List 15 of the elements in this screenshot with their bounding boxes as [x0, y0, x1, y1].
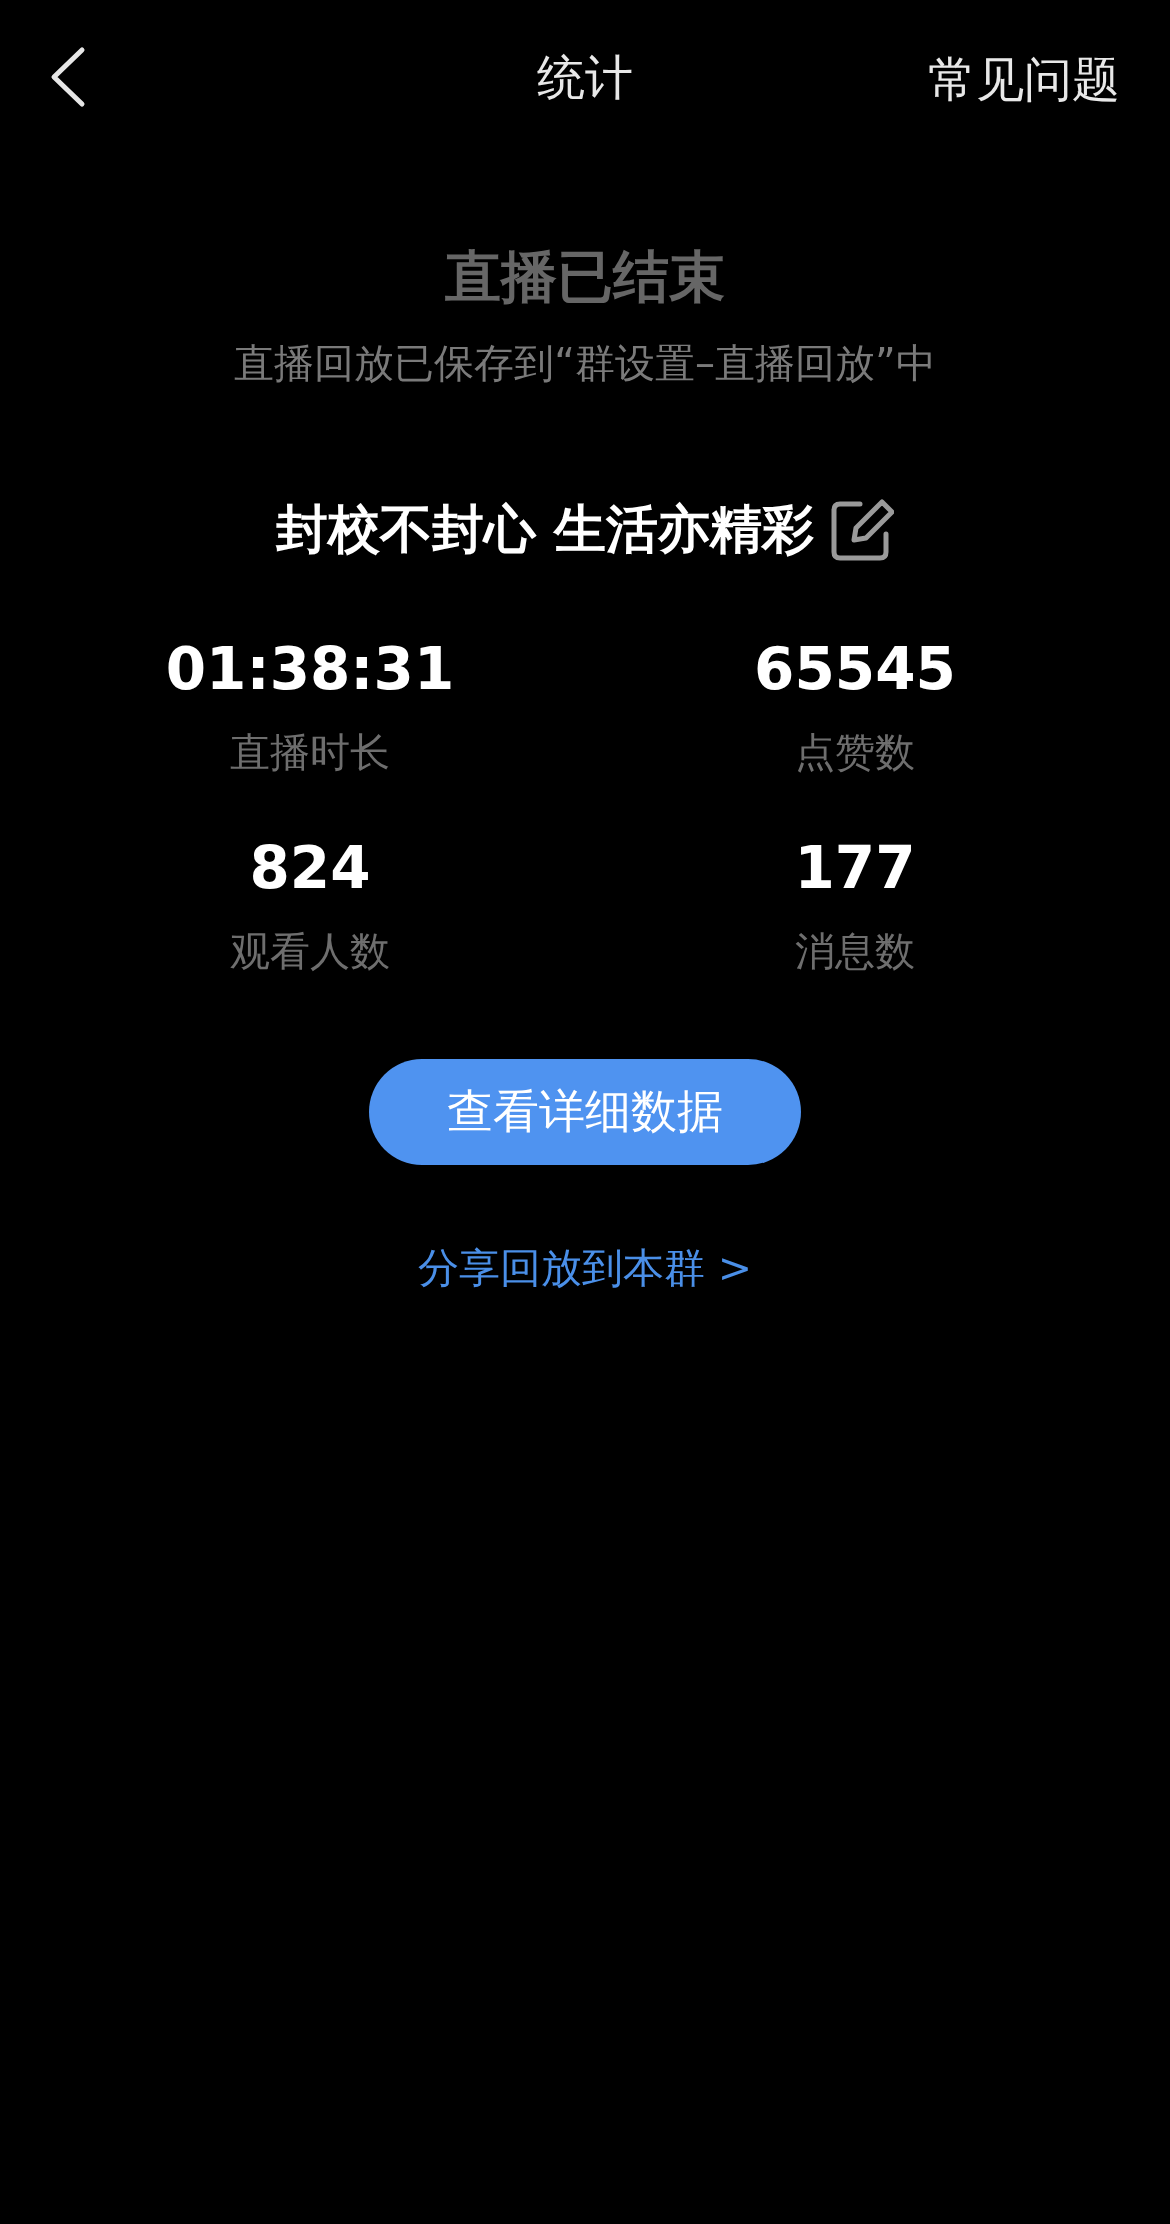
stat-value: 824 — [249, 834, 371, 902]
stat-label: 消息数 — [795, 927, 915, 976]
stat-label: 观看人数 — [230, 927, 390, 976]
stat-value: 177 — [794, 834, 916, 902]
live-title: 封校不封心 生活亦精彩 — [275, 498, 815, 561]
stat-value: 65545 — [754, 635, 956, 703]
stat-value: 01:38:31 — [165, 635, 455, 703]
status-title: 直播已结束 — [445, 243, 725, 311]
status-subtitle: 直播回放已保存到“群设置–直播回放”中 — [234, 339, 936, 388]
share-replay-link[interactable]: 分享回放到本群 > — [417, 1241, 753, 1296]
stat-label: 点赞数 — [795, 728, 915, 777]
stat-label: 直播时长 — [230, 728, 390, 777]
faq-link[interactable]: 常见问题 — [928, 48, 1120, 112]
page-title: 统计 — [537, 48, 633, 107]
edit-icon[interactable] — [830, 498, 895, 562]
